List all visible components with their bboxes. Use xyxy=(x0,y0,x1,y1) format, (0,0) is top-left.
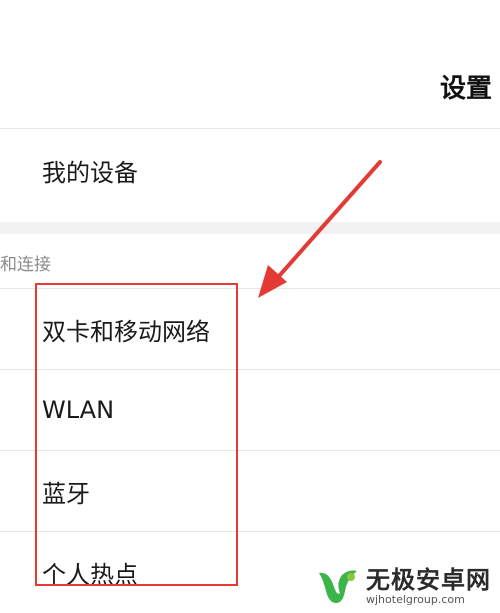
list-item-label: 个人热点 xyxy=(42,560,138,589)
list-item-label: 双卡和移动网络 xyxy=(42,317,210,346)
divider xyxy=(0,128,500,129)
watermark: 无极安卓网 wjhotelgroup.com xyxy=(316,560,500,613)
wj-logo-icon xyxy=(319,570,357,603)
list-item-dual-sim[interactable]: 双卡和移动网络 xyxy=(0,289,500,369)
list-item-wlan[interactable]: WLAN xyxy=(0,370,500,450)
page-title: 设置 xyxy=(439,74,492,104)
watermark-url: wjhotelgroup.com xyxy=(366,592,465,606)
section-gap xyxy=(0,222,500,234)
my-device-label: 我的设备 xyxy=(42,158,138,187)
watermark-name: 无极安卓网 xyxy=(366,565,491,594)
section-header: 和连接 xyxy=(0,255,51,275)
my-device-item[interactable]: 我的设备 xyxy=(0,130,500,210)
list-item-label: 蓝牙 xyxy=(42,479,90,508)
list-item-label: WLAN xyxy=(42,396,115,424)
list-item-bluetooth[interactable]: 蓝牙 xyxy=(0,451,500,531)
